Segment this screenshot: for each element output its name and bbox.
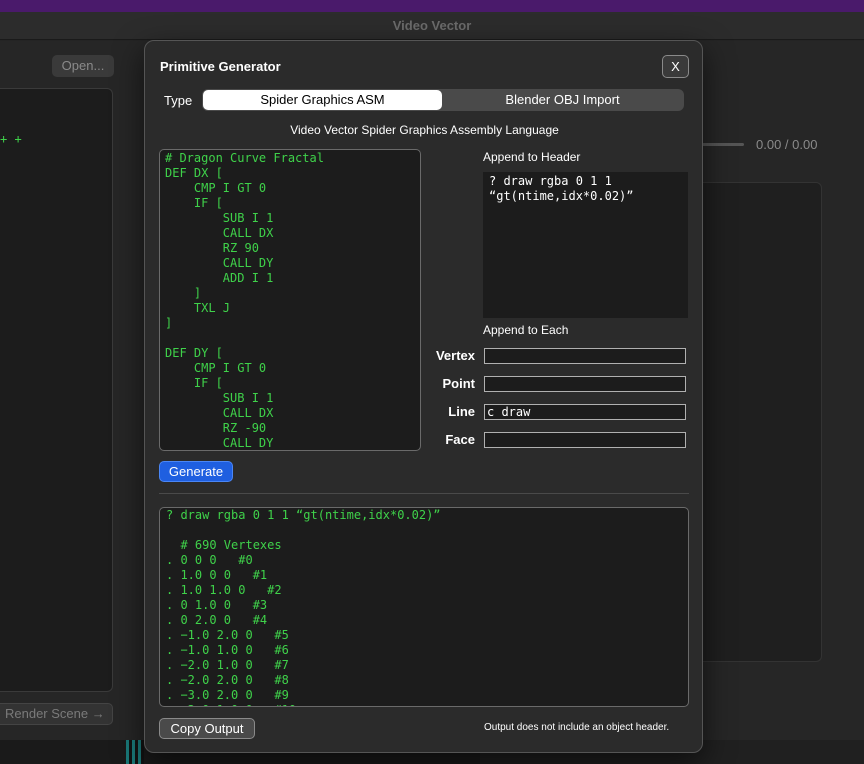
copy-output-button[interactable]: Copy Output: [159, 718, 255, 739]
open-button[interactable]: Open...: [52, 55, 114, 77]
timeline-slider[interactable]: [702, 143, 744, 146]
append-header-value: ? draw rgba 0 1 1 “gt(ntime,idx*0.02)”: [489, 174, 634, 203]
type-label: Type: [164, 93, 193, 108]
dialog-title: Primitive Generator: [160, 59, 281, 74]
point-label: Point: [442, 376, 476, 391]
append-each-label: Append to Each: [483, 323, 569, 337]
source-code-editor[interactable]: # Dragon Curve Fractal DEF DX [ CMP I GT…: [159, 149, 421, 451]
point-field[interactable]: [484, 376, 686, 392]
segment-blender-obj-import[interactable]: Blender OBJ Import: [442, 90, 683, 110]
render-scene-button[interactable]: Render Scene →: [0, 703, 113, 725]
close-button[interactable]: X: [662, 55, 689, 78]
append-header-textarea[interactable]: ? draw rgba 0 1 1 “gt(ntime,idx*0.02)”: [483, 172, 688, 318]
output-note: Output does not include an object header…: [484, 722, 670, 733]
window-title: Video Vector: [0, 12, 864, 40]
scene-list-plus: + +: [0, 132, 22, 146]
preview-pixels: [126, 740, 144, 764]
primitive-generator-dialog: Primitive Generator X Type Spider Graphi…: [144, 40, 703, 753]
face-field[interactable]: [484, 432, 686, 448]
top-strip: [0, 0, 864, 12]
vertex-label: Vertex: [435, 348, 475, 363]
preview-panel: [702, 182, 822, 662]
time-display: 0.00 / 0.00: [756, 137, 818, 152]
line-label: Line: [448, 404, 475, 419]
generate-button[interactable]: Generate: [159, 461, 233, 482]
vertex-field[interactable]: [484, 348, 686, 364]
segment-spider-graphics-asm[interactable]: Spider Graphics ASM: [203, 90, 442, 110]
divider: [159, 493, 689, 494]
language-subtitle: Video Vector Spider Graphics Assembly La…: [290, 123, 559, 137]
scene-list-panel: [0, 88, 113, 692]
line-field[interactable]: c draw: [484, 404, 686, 420]
type-segmented-control: Spider Graphics ASM Blender OBJ Import: [202, 89, 684, 111]
append-header-label: Append to Header: [483, 150, 581, 164]
output-textarea[interactable]: ? draw rgba 0 1 1 “gt(ntime,idx*0.02)” #…: [159, 507, 689, 707]
face-label: Face: [445, 432, 475, 447]
